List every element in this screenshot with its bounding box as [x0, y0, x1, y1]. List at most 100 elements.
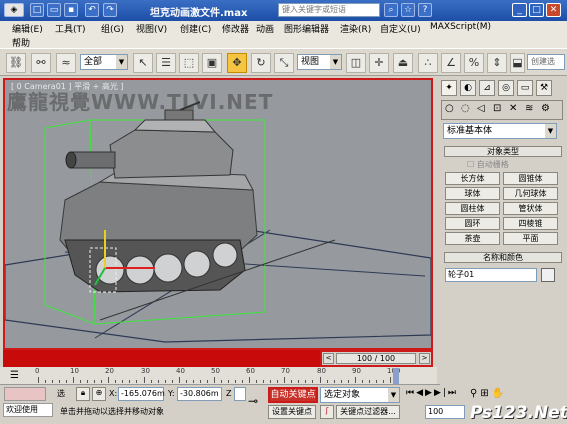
menu-customize[interactable]: 自定义(U)	[380, 22, 421, 35]
prev-frame-icon[interactable]: <	[323, 353, 334, 364]
auto-key-button[interactable]: 自动关键点	[268, 387, 318, 403]
motion-tab-icon[interactable]: ◎	[498, 80, 514, 96]
cameras-icon[interactable]: ⊡	[493, 103, 501, 114]
key-filters-button[interactable]: 关键点过滤器...	[336, 405, 400, 419]
close-button[interactable]: ✕	[546, 3, 561, 17]
percent-snap-icon[interactable]: %	[464, 53, 484, 73]
maxscript-listener[interactable]	[4, 387, 46, 401]
x-coord-input[interactable]: -165.076m	[118, 387, 165, 401]
prev-key-icon[interactable]: ◀	[416, 388, 425, 398]
object-color-swatch[interactable]	[541, 268, 555, 282]
shapes-icon[interactable]: ◌	[461, 103, 470, 114]
display-tab-icon[interactable]: ▭	[517, 80, 533, 96]
y-coord-input[interactable]: -30.806m	[177, 387, 222, 401]
create-selection-set-input[interactable]: 创建选	[527, 54, 565, 70]
menu-tools[interactable]: 工具(T)	[55, 22, 86, 35]
select-link-icon[interactable]: ⛓	[6, 53, 26, 73]
unlink-icon[interactable]: ⚯	[31, 53, 51, 73]
curve-editor-icon[interactable]: ☰	[10, 370, 19, 381]
search-input[interactable]: 键入关键字或短语	[278, 3, 380, 17]
menu-graph-editors[interactable]: 图形编辑器	[284, 22, 329, 35]
object-name-input[interactable]: 轮子01	[445, 268, 537, 282]
create-tab-icon[interactable]: ✦	[441, 80, 457, 96]
cylinder-button[interactable]: 圆柱体	[445, 202, 500, 215]
menu-create[interactable]: 创建(C)	[180, 22, 211, 35]
search-icon[interactable]: ⌕	[384, 3, 398, 17]
zoom-all-icon[interactable]: ⊞	[480, 388, 491, 399]
select-object-icon[interactable]: ↖	[133, 53, 153, 73]
hierarchy-tab-icon[interactable]: ⊿	[479, 80, 495, 96]
geometry-icon[interactable]: ○	[445, 103, 454, 114]
bind-spacewarp-icon[interactable]: ≈	[56, 53, 76, 73]
torus-button[interactable]: 圆环	[445, 217, 500, 230]
select-and-scale-icon[interactable]: ⤡	[274, 53, 294, 73]
selection-filter-dropdown[interactable]: 全部 ▼	[80, 54, 128, 70]
object-category-dropdown[interactable]: 标准基本体 ▼	[443, 123, 557, 139]
help-icon[interactable]: ?	[418, 3, 432, 17]
select-by-name-icon[interactable]: ☰	[156, 53, 176, 73]
keyboard-shortcut-icon[interactable]: ⏏	[393, 53, 413, 73]
zoom-icon[interactable]: ⚲	[470, 388, 480, 399]
next-frame-icon[interactable]: >	[419, 353, 430, 364]
geosphere-button[interactable]: 几何球体	[503, 187, 558, 200]
select-and-move-icon[interactable]: ✥	[227, 53, 247, 73]
angle-snap-icon[interactable]: ∠	[441, 53, 461, 73]
z-coord-input[interactable]	[234, 387, 246, 401]
go-to-start-icon[interactable]: ⏮	[406, 388, 416, 398]
select-and-rotate-icon[interactable]: ↻	[251, 53, 271, 73]
tube-button[interactable]: 管状体	[503, 202, 558, 215]
helpers-icon[interactable]: ✕	[509, 103, 517, 114]
go-to-end-icon[interactable]: ⏭	[448, 388, 458, 398]
menu-maxscript[interactable]: MAXScript(M)	[430, 22, 491, 32]
plane-button[interactable]: 平面	[503, 232, 558, 245]
teapot-button[interactable]: 茶壶	[445, 232, 500, 245]
absolute-mode-icon[interactable]: ⊕	[92, 387, 106, 401]
selected-object-dropdown[interactable]: 选定对象 ▼	[320, 387, 400, 403]
window-crossing-icon[interactable]: ▣	[202, 53, 222, 73]
pyramid-button[interactable]: 四棱锥	[503, 217, 558, 230]
reference-coordinate-dropdown[interactable]: 视图 ▼	[297, 54, 342, 70]
frame-ruler[interactable]: ☰ 0102030405060708090100	[0, 367, 440, 385]
key-tangent-icon[interactable]: ʃ	[320, 405, 334, 419]
minimize-button[interactable]: _	[512, 3, 527, 17]
key-mode-icon[interactable]: ⊸	[248, 394, 258, 408]
spinner-snap-icon[interactable]: ⇕	[487, 53, 507, 73]
max-app-icon[interactable]: ◈	[4, 3, 24, 17]
current-frame-input[interactable]: 100	[425, 405, 465, 419]
menu-edit[interactable]: 编辑(E)	[12, 22, 43, 35]
menu-views[interactable]: 视图(V)	[136, 22, 167, 35]
menu-rendering[interactable]: 渲染(R)	[340, 22, 371, 35]
save-icon[interactable]: ▪	[64, 3, 78, 17]
object-type-rollout[interactable]: 对象类型	[444, 146, 562, 157]
menu-group[interactable]: 组(G)	[101, 22, 124, 35]
box-button[interactable]: 长方体	[445, 172, 500, 185]
undo-icon[interactable]: ↶	[85, 3, 99, 17]
set-key-button[interactable]: 设置关键点	[268, 405, 316, 419]
pivot-center-icon[interactable]: ◫	[346, 53, 366, 73]
maximize-button[interactable]: □	[529, 3, 544, 17]
name-color-rollout[interactable]: 名称和颜色	[444, 252, 562, 263]
redo-icon[interactable]: ↷	[103, 3, 117, 17]
play-icon[interactable]: ▶	[425, 388, 434, 398]
selection-region-icon[interactable]: ⬚	[179, 53, 199, 73]
spacewarps-icon[interactable]: ≋	[525, 103, 533, 114]
cone-button[interactable]: 圆锥体	[503, 172, 558, 185]
camera-viewport[interactable]: [ 0 Camera01 ] 平滑 + 高光 ] 鷹龍視覺WWW.TLVI.NE…	[3, 78, 433, 350]
autogrid-checkbox[interactable]: ☐ 自动栅格	[467, 159, 509, 170]
systems-icon[interactable]: ⚙	[541, 103, 550, 114]
open-file-icon[interactable]: ▭	[47, 3, 61, 17]
named-selection-icon[interactable]: ⬓	[510, 53, 525, 73]
time-slider-value[interactable]: 100 / 100	[336, 353, 416, 364]
menu-animation[interactable]: 动画	[256, 22, 274, 35]
snap-toggle-icon[interactable]: ∴	[418, 53, 438, 73]
menu-modifiers[interactable]: 修改器	[222, 22, 249, 35]
time-slider[interactable]: < 100 / 100 >	[320, 350, 433, 367]
lights-icon[interactable]: ◁	[477, 103, 485, 114]
lock-selection-icon[interactable]: 🔒︎	[76, 387, 90, 401]
modify-tab-icon[interactable]: ◐	[460, 80, 476, 96]
select-manipulate-icon[interactable]: ✛	[369, 53, 389, 73]
pan-icon[interactable]: ✋	[492, 388, 507, 399]
utilities-tab-icon[interactable]: ⚒	[536, 80, 552, 96]
sphere-button[interactable]: 球体	[445, 187, 500, 200]
new-file-icon[interactable]: □	[30, 3, 44, 17]
